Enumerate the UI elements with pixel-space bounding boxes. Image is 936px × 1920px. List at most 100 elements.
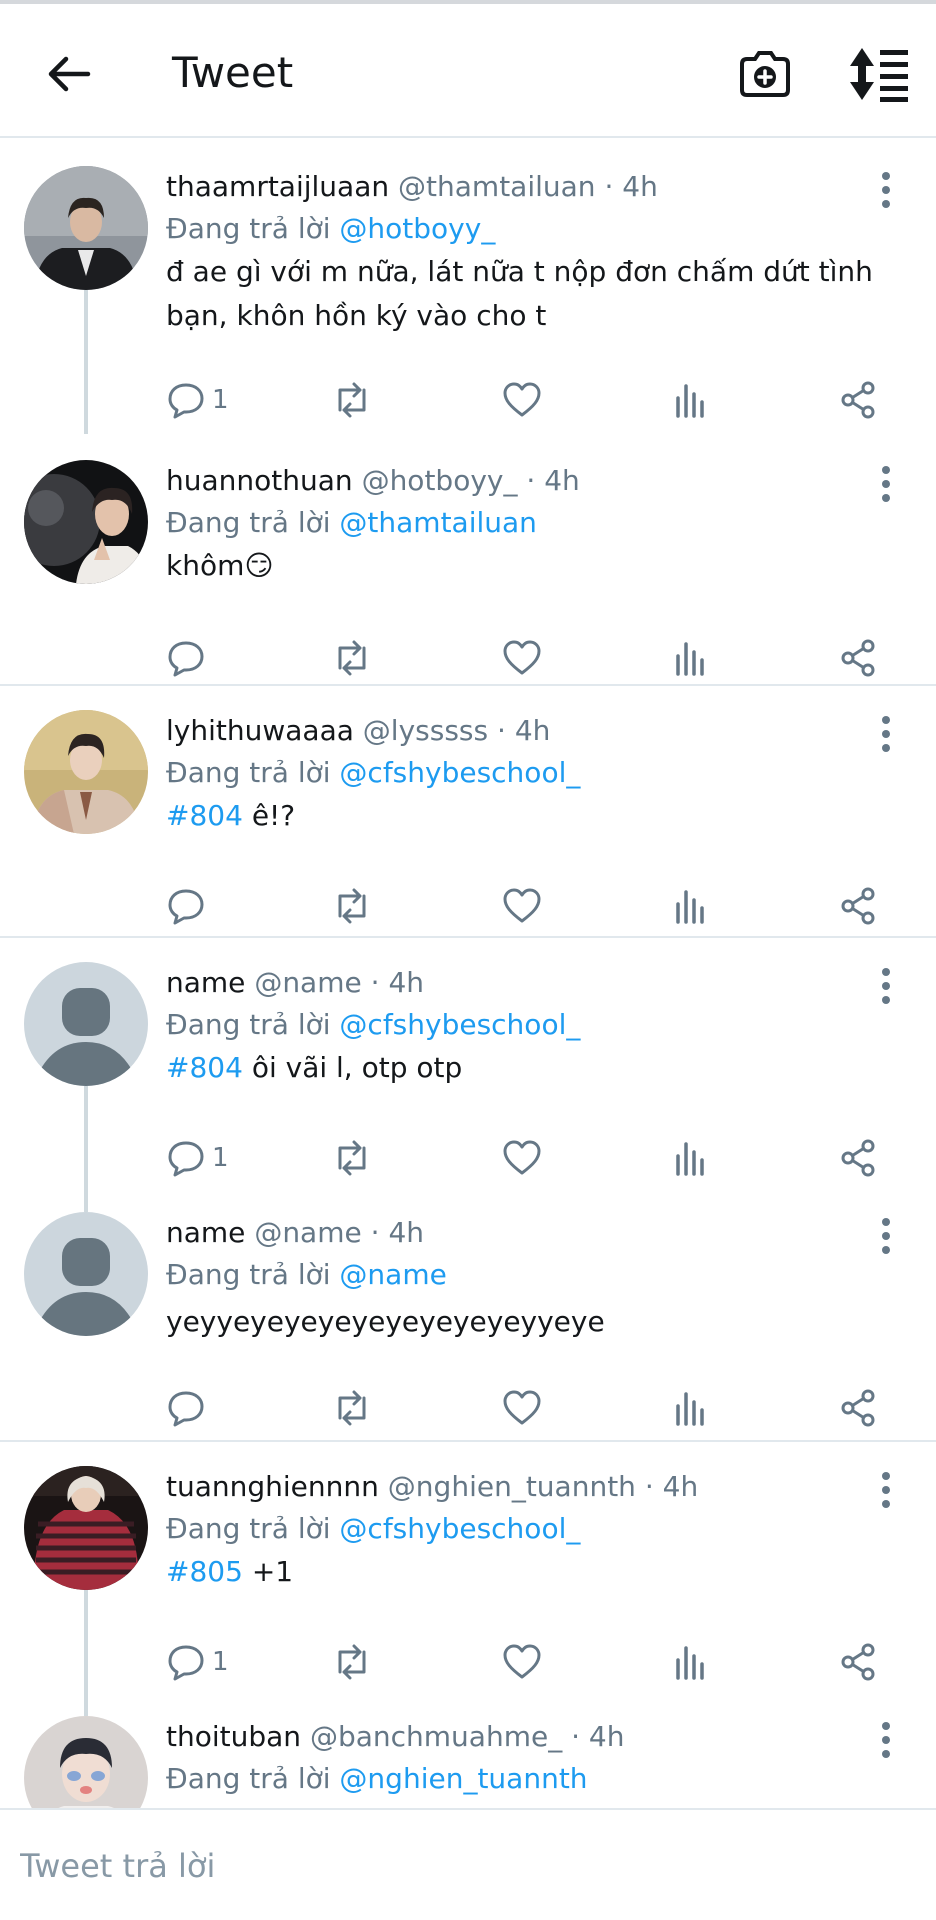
avatar[interactable]: [24, 1716, 148, 1808]
user-handle[interactable]: @nghien_tuannth: [388, 1470, 636, 1503]
more-options-icon[interactable]: [872, 1720, 900, 1760]
tweet[interactable]: thaamrtaijluaan @thamtailuan · 4h Đang t…: [0, 140, 936, 434]
reply-button[interactable]: 1: [166, 1134, 229, 1182]
tweet[interactable]: lyhithuwaaaa @lysssss · 4h Đang trả lời …: [0, 688, 936, 938]
more-options-icon[interactable]: [872, 170, 900, 210]
tweet-body: ê!?: [251, 799, 296, 832]
reply-button[interactable]: [166, 882, 212, 930]
avatar[interactable]: [24, 1466, 148, 1590]
reply-button[interactable]: 1: [166, 376, 229, 424]
stats-button[interactable]: [670, 376, 710, 424]
tweet-actions: 1: [166, 376, 886, 424]
user-handle[interactable]: @name: [254, 966, 361, 999]
like-button[interactable]: [502, 882, 542, 930]
user-handle[interactable]: @name: [254, 1216, 361, 1249]
back-arrow-icon[interactable]: [44, 50, 92, 98]
retweet-button[interactable]: [332, 376, 372, 424]
share-button[interactable]: [838, 1134, 878, 1182]
mention-link[interactable]: @cfshybeschool_: [339, 1512, 580, 1545]
reply-button[interactable]: [166, 1384, 212, 1432]
display-name[interactable]: huannothuan: [166, 464, 353, 497]
share-button[interactable]: [838, 634, 878, 682]
sort-icon[interactable]: [848, 46, 910, 102]
like-button[interactable]: [502, 376, 542, 424]
hashtag-link[interactable]: #804: [166, 799, 243, 832]
tweet[interactable]: tuannghiennnn @nghien_tuannth · 4h Đang …: [0, 1444, 936, 1694]
tweet-header: name @name · 4h: [166, 966, 424, 999]
reply-button[interactable]: 1: [166, 1638, 229, 1686]
display-name[interactable]: name: [166, 966, 245, 999]
timestamp: 4h: [514, 714, 551, 747]
user-handle[interactable]: @banchmuahme_: [310, 1720, 562, 1753]
more-options-icon[interactable]: [872, 966, 900, 1006]
tweet[interactable]: thoituban @banchmuahme_ · 4h Đang trả lờ…: [0, 1694, 936, 1808]
hashtag-link[interactable]: #804: [166, 1051, 243, 1084]
mention-link[interactable]: @hotboyy_: [339, 212, 495, 245]
display-name[interactable]: thoituban: [166, 1720, 301, 1753]
timestamp: 4h: [588, 1720, 625, 1753]
share-button[interactable]: [838, 882, 878, 930]
avatar[interactable]: [24, 710, 148, 834]
like-button[interactable]: [502, 1384, 542, 1432]
tweet[interactable]: name @name · 4h Đang trả lời @cfshybesch…: [0, 940, 936, 1190]
like-icon: [503, 1390, 541, 1425]
reply-icon: [168, 1645, 204, 1681]
reply-button[interactable]: [166, 634, 212, 682]
stats-button[interactable]: [670, 882, 710, 930]
thread-line: [84, 1694, 88, 1716]
separator-dot: ·: [370, 1216, 380, 1249]
stats-button[interactable]: [670, 1638, 710, 1686]
stats-button[interactable]: [670, 634, 710, 682]
like-button[interactable]: [502, 1134, 542, 1182]
replying-prefix: Đang trả lời: [166, 1258, 331, 1291]
more-options-icon[interactable]: [872, 464, 900, 504]
user-handle[interactable]: @thamtailuan: [398, 170, 596, 203]
more-options-icon[interactable]: [872, 1216, 900, 1256]
user-handle[interactable]: @lysssss: [363, 714, 488, 747]
more-options-icon[interactable]: [872, 1470, 900, 1510]
retweet-button[interactable]: [332, 1384, 372, 1432]
display-name[interactable]: thaamrtaijluaan: [166, 170, 389, 203]
tweet[interactable]: name @name · 4h Đang trả lời @name yeyye…: [0, 1190, 936, 1442]
retweet-button[interactable]: [332, 1638, 372, 1686]
separator-dot: ·: [604, 170, 614, 203]
user-handle[interactable]: @hotboyy_: [362, 464, 518, 497]
like-button[interactable]: [502, 634, 542, 682]
timestamp: 4h: [662, 1470, 699, 1503]
default-avatar[interactable]: [24, 1212, 148, 1336]
reply-feed[interactable]: thaamrtaijluaan @thamtailuan · 4h Đang t…: [0, 140, 936, 1808]
separator-dot: ·: [571, 1720, 581, 1753]
more-options-icon[interactable]: [872, 714, 900, 754]
mention-link[interactable]: @cfshybeschool_: [339, 756, 580, 789]
like-icon: [503, 1644, 541, 1679]
display-name[interactable]: tuannghiennnn: [166, 1470, 379, 1503]
share-button[interactable]: [838, 1638, 878, 1686]
reply-input[interactable]: [20, 1840, 900, 1892]
tweet-actions: 1: [166, 1638, 886, 1686]
mention-link[interactable]: @cfshybeschool_: [339, 1008, 580, 1041]
hashtag-link[interactable]: #805: [166, 1555, 243, 1588]
stats-button[interactable]: [670, 1134, 710, 1182]
mention-link[interactable]: @thamtailuan: [339, 506, 537, 539]
display-name[interactable]: lyhithuwaaaa: [166, 714, 354, 747]
retweet-button[interactable]: [332, 882, 372, 930]
retweet-button[interactable]: [332, 634, 372, 682]
camera-plus-icon[interactable]: [736, 46, 794, 102]
avatar[interactable]: [24, 166, 148, 290]
tweet[interactable]: huannothuan @hotboyy_ · 4h Đang trả lời …: [0, 434, 936, 686]
stats-button[interactable]: [670, 1384, 710, 1432]
like-button[interactable]: [502, 1638, 542, 1686]
mention-link[interactable]: @name: [339, 1258, 446, 1291]
share-button[interactable]: [838, 376, 878, 424]
avatar[interactable]: [24, 460, 148, 584]
replying-to: Đang trả lời @name: [166, 1258, 447, 1291]
display-name[interactable]: name: [166, 1216, 245, 1249]
tweet-text: #804 ê!?: [166, 794, 886, 838]
share-button[interactable]: [838, 1384, 878, 1432]
tweet-actions: [166, 882, 886, 930]
retweet-button[interactable]: [332, 1134, 372, 1182]
mention-link[interactable]: @nghien_tuannth: [339, 1762, 587, 1795]
like-icon: [503, 888, 541, 923]
timestamp: 4h: [388, 1216, 424, 1249]
default-avatar[interactable]: [24, 962, 148, 1086]
